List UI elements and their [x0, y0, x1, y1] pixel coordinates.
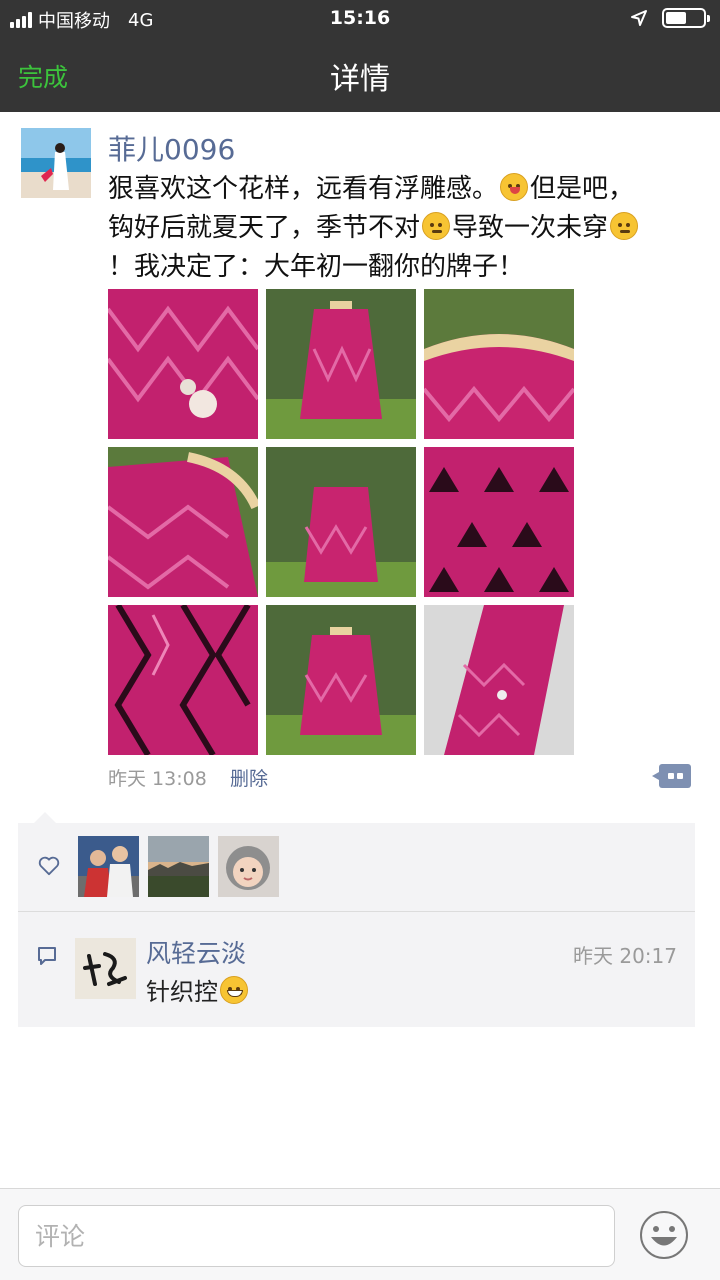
post-text-segment: 导致一次未穿: [452, 213, 609, 243]
author-avatar[interactable]: [21, 128, 91, 198]
comment-input[interactable]: [18, 1205, 615, 1267]
photo-thumbnail[interactable]: [424, 605, 574, 755]
battery-level: [666, 12, 686, 24]
comment-text-content: 针织控: [146, 978, 218, 1006]
tongue-out-emoji-icon: [500, 173, 529, 201]
photo-thumbnail[interactable]: [424, 289, 574, 439]
more-actions-button[interactable]: [652, 764, 691, 788]
photo-thumbnail[interactable]: [108, 289, 258, 439]
post-text-line: 钩好后就夏天了，季节不对 导致一次未穿: [108, 209, 708, 248]
location-arrow-icon: [631, 10, 647, 26]
comment-text: 针织控: [146, 972, 250, 1007]
commenter-avatar[interactable]: [75, 938, 136, 999]
page-title: 详情: [330, 62, 390, 97]
post-text: 狠喜欢这个花样，远看有浮雕感。 但是吧， 钩好后就夏天了，季节不对 导致一次未穿 ！…: [108, 170, 708, 287]
photo-thumbnail[interactable]: [424, 447, 574, 597]
photo-thumbnail[interactable]: [108, 605, 258, 755]
post-time: 昨天 13:08: [108, 768, 207, 790]
photo-grid: [108, 289, 574, 755]
liker-avatar[interactable]: [148, 836, 209, 897]
comment-icon: [38, 947, 56, 965]
status-bar: 中国移动 4G 15:16: [0, 0, 720, 36]
photo-thumbnail[interactable]: [108, 447, 258, 597]
liker-avatar[interactable]: [218, 836, 279, 897]
smiley-icon[interactable]: [639, 1210, 689, 1260]
heart-icon: [38, 856, 60, 876]
likes-panel: [18, 823, 695, 911]
comment-bar: [0, 1188, 720, 1280]
dot-icon: [668, 773, 674, 779]
post-text-line: ！我决定了：大年初一翻你的牌子！: [108, 248, 708, 287]
battery-icon: [662, 8, 710, 28]
photo-thumbnail[interactable]: [266, 447, 416, 597]
post-text-segment: 但是吧，: [530, 174, 635, 204]
photo-thumbnail[interactable]: [266, 289, 416, 439]
panel-arrow: [34, 812, 56, 823]
delete-link[interactable]: 删除: [230, 764, 268, 791]
grinning-emoji-icon: [220, 976, 248, 1004]
liker-avatar[interactable]: [78, 836, 139, 897]
comment-author[interactable]: 风轻云淡: [146, 934, 246, 970]
post-text-segment: 钩好后就夏天了，季节不对: [108, 213, 421, 243]
dot-icon: [677, 773, 683, 779]
post-author[interactable]: 菲儿0096: [108, 128, 235, 168]
beach-photo-icon: [21, 128, 91, 198]
comment-time: 昨天 20:17: [573, 944, 677, 968]
status-right: [630, 8, 710, 28]
clock: 15:16: [329, 7, 391, 29]
dizzy-face-emoji-icon: [422, 212, 451, 240]
comments-panel: 风轻云淡 昨天 20:17 针织控: [18, 912, 695, 1027]
photo-thumbnail[interactable]: [266, 605, 416, 755]
post-text-line: 狠喜欢这个花样，远看有浮雕感。 但是吧，: [108, 170, 708, 209]
post-text-segment: 狠喜欢这个花样，远看有浮雕感。: [108, 174, 499, 204]
nav-bar: 完成 详情: [0, 36, 720, 112]
post-text-segment: ！我决定了：大年初一翻你的牌子！: [108, 252, 525, 282]
dizzy-face-emoji-icon: [610, 212, 639, 240]
